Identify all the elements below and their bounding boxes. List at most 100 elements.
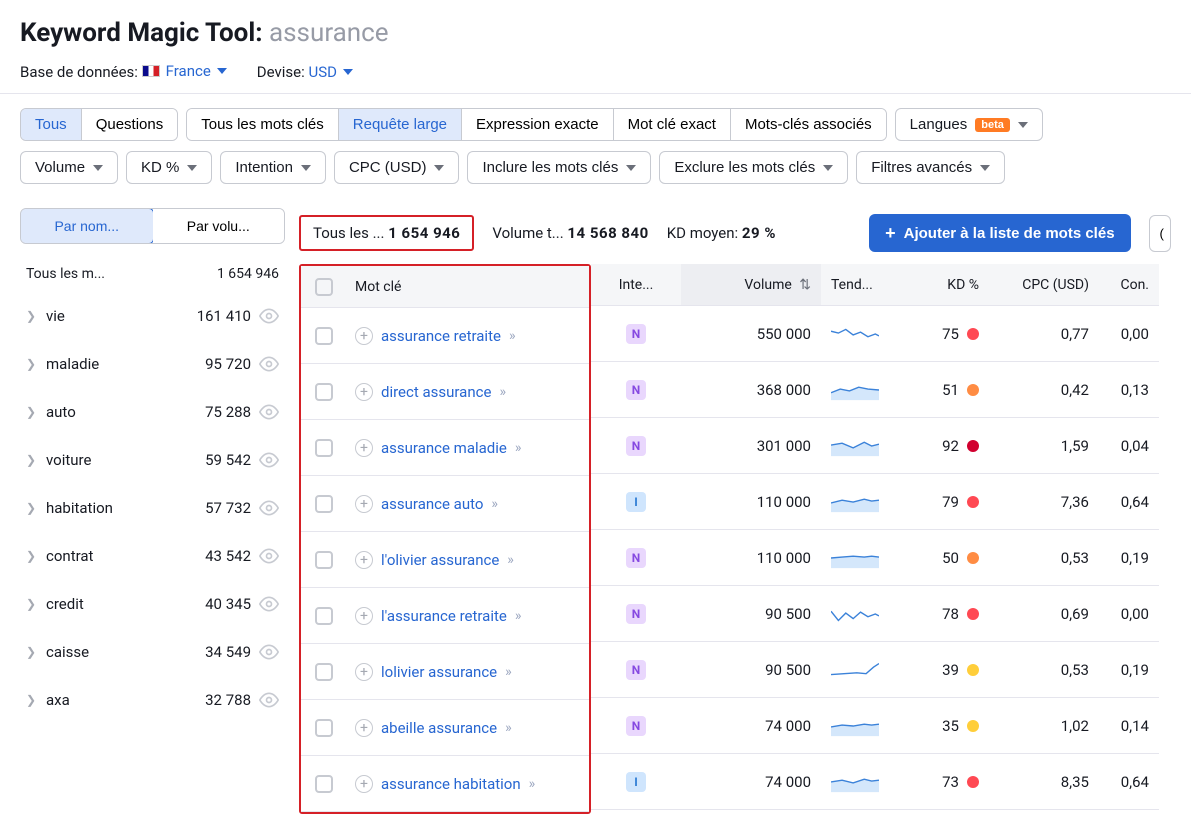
- eye-icon[interactable]: [259, 594, 279, 614]
- chevron-down-icon: [823, 165, 833, 171]
- eye-icon[interactable]: [259, 546, 279, 566]
- eye-icon[interactable]: [259, 450, 279, 470]
- col-header-intent[interactable]: Inte...: [591, 264, 681, 305]
- tab-questions[interactable]: Questions: [82, 109, 178, 140]
- double-chevron-icon[interactable]: »: [515, 440, 519, 456]
- row-checkbox[interactable]: [315, 775, 333, 793]
- currency-selector[interactable]: Devise: USD: [257, 63, 353, 81]
- sort-by-volume[interactable]: Par volu...: [153, 209, 285, 243]
- double-chevron-icon[interactable]: »: [509, 328, 513, 344]
- com-cell: 0,00: [1099, 306, 1159, 361]
- keyword-link[interactable]: direct assurance: [381, 383, 491, 401]
- sort-by-name[interactable]: Par nom...: [20, 208, 154, 244]
- chevron-right-icon: ❯: [26, 357, 40, 371]
- expand-icon[interactable]: +: [355, 439, 373, 457]
- col-header-volume[interactable]: Volume ⇅: [681, 264, 821, 305]
- col-header-trend[interactable]: Tend...: [821, 264, 889, 305]
- expand-icon[interactable]: +: [355, 719, 373, 737]
- sidebar-total-row[interactable]: Tous les m... 1 654 946: [20, 256, 285, 292]
- expand-icon[interactable]: +: [355, 663, 373, 681]
- col-header-com[interactable]: Con.: [1099, 264, 1159, 305]
- tab-exact-match[interactable]: Mot clé exact: [614, 109, 731, 140]
- keyword-link[interactable]: l'assurance retraite: [381, 607, 507, 625]
- col-header-cpc[interactable]: CPC (USD): [989, 264, 1099, 305]
- double-chevron-icon[interactable]: »: [515, 608, 519, 624]
- sidebar-item[interactable]: ❯caisse34 549: [20, 628, 285, 676]
- double-chevron-icon[interactable]: »: [505, 664, 509, 680]
- sidebar-item[interactable]: ❯axa32 788: [20, 676, 285, 724]
- sidebar-item[interactable]: ❯contrat43 542: [20, 532, 285, 580]
- row-checkbox[interactable]: [315, 607, 333, 625]
- intent-badge: I: [626, 772, 646, 792]
- filter-intent[interactable]: Intention: [220, 151, 326, 184]
- kd-dot-icon: [967, 384, 979, 396]
- expand-icon[interactable]: +: [355, 327, 373, 345]
- sidebar-item[interactable]: ❯vie161 410: [20, 292, 285, 340]
- eye-icon[interactable]: [259, 642, 279, 662]
- expand-icon[interactable]: +: [355, 775, 373, 793]
- filter-include[interactable]: Inclure les mots clés: [467, 151, 651, 184]
- keyword-link[interactable]: l'olivier assurance: [381, 551, 499, 569]
- sidebar-item[interactable]: ❯habitation57 732: [20, 484, 285, 532]
- filter-exclude[interactable]: Exclure les mots clés: [659, 151, 848, 184]
- chevron-right-icon: ❯: [26, 453, 40, 467]
- cpc-cell: 1,59: [989, 418, 1099, 473]
- chevron-down-icon: [301, 165, 311, 171]
- database-selector[interactable]: Base de données: France: [20, 62, 227, 81]
- sidebar-item-count: 32 788: [181, 691, 251, 709]
- filter-advanced[interactable]: Filtres avancés: [856, 151, 1005, 184]
- sidebar-item[interactable]: ❯credit40 345: [20, 580, 285, 628]
- keyword-link[interactable]: assurance auto: [381, 495, 483, 513]
- tab-phrase-match[interactable]: Expression exacte: [462, 109, 614, 140]
- tab-all-keywords[interactable]: Tous les mots clés: [187, 109, 339, 140]
- keyword-link[interactable]: assurance habitation: [381, 775, 521, 793]
- eye-icon[interactable]: [259, 402, 279, 422]
- stat-total-keywords: Tous les ... 1 654 946: [299, 215, 474, 251]
- keyword-link[interactable]: abeille assurance: [381, 719, 497, 737]
- double-chevron-icon[interactable]: »: [499, 384, 503, 400]
- eye-icon[interactable]: [259, 306, 279, 326]
- sidebar-item[interactable]: ❯maladie95 720: [20, 340, 285, 388]
- kd-cell: 79: [889, 474, 989, 529]
- filter-volume[interactable]: Volume: [20, 151, 118, 184]
- table-row: N90 500390,530,19: [591, 642, 1159, 698]
- expand-icon[interactable]: +: [355, 551, 373, 569]
- filter-cpc[interactable]: CPC (USD): [334, 151, 460, 184]
- tab-broad-match[interactable]: Requête large: [339, 109, 462, 140]
- double-chevron-icon[interactable]: »: [491, 496, 495, 512]
- tab-related[interactable]: Mots-clés associés: [731, 109, 886, 140]
- select-all-checkbox[interactable]: [315, 278, 333, 296]
- chevron-right-icon: ❯: [26, 549, 40, 563]
- row-checkbox[interactable]: [315, 383, 333, 401]
- add-to-keyword-list-button[interactable]: + Ajouter à la liste de mots clés: [869, 214, 1130, 252]
- settings-button[interactable]: (: [1149, 215, 1171, 252]
- col-header-kd[interactable]: KD %: [889, 264, 989, 305]
- row-checkbox[interactable]: [315, 327, 333, 345]
- language-selector[interactable]: Langues beta: [895, 108, 1043, 141]
- row-checkbox[interactable]: [315, 663, 333, 681]
- sidebar-item[interactable]: ❯auto75 288: [20, 388, 285, 436]
- keyword-link[interactable]: assurance retraite: [381, 327, 501, 345]
- filter-kd[interactable]: KD %: [126, 151, 212, 184]
- kd-dot-icon: [967, 664, 979, 676]
- chevron-right-icon: ❯: [26, 405, 40, 419]
- expand-icon[interactable]: +: [355, 607, 373, 625]
- double-chevron-icon[interactable]: »: [529, 776, 533, 792]
- expand-icon[interactable]: +: [355, 495, 373, 513]
- row-checkbox[interactable]: [315, 551, 333, 569]
- eye-icon[interactable]: [259, 690, 279, 710]
- double-chevron-icon[interactable]: »: [507, 552, 511, 568]
- eye-icon[interactable]: [259, 498, 279, 518]
- double-chevron-icon[interactable]: »: [505, 720, 509, 736]
- row-checkbox[interactable]: [315, 495, 333, 513]
- intent-badge: N: [626, 716, 646, 736]
- expand-icon[interactable]: +: [355, 383, 373, 401]
- sidebar-item[interactable]: ❯voiture59 542: [20, 436, 285, 484]
- col-header-keyword[interactable]: Mot clé: [347, 266, 589, 308]
- eye-icon[interactable]: [259, 354, 279, 374]
- row-checkbox[interactable]: [315, 439, 333, 457]
- keyword-link[interactable]: assurance maladie: [381, 439, 507, 457]
- row-checkbox[interactable]: [315, 719, 333, 737]
- tab-tous[interactable]: Tous: [21, 109, 82, 140]
- keyword-link[interactable]: lolivier assurance: [381, 663, 497, 681]
